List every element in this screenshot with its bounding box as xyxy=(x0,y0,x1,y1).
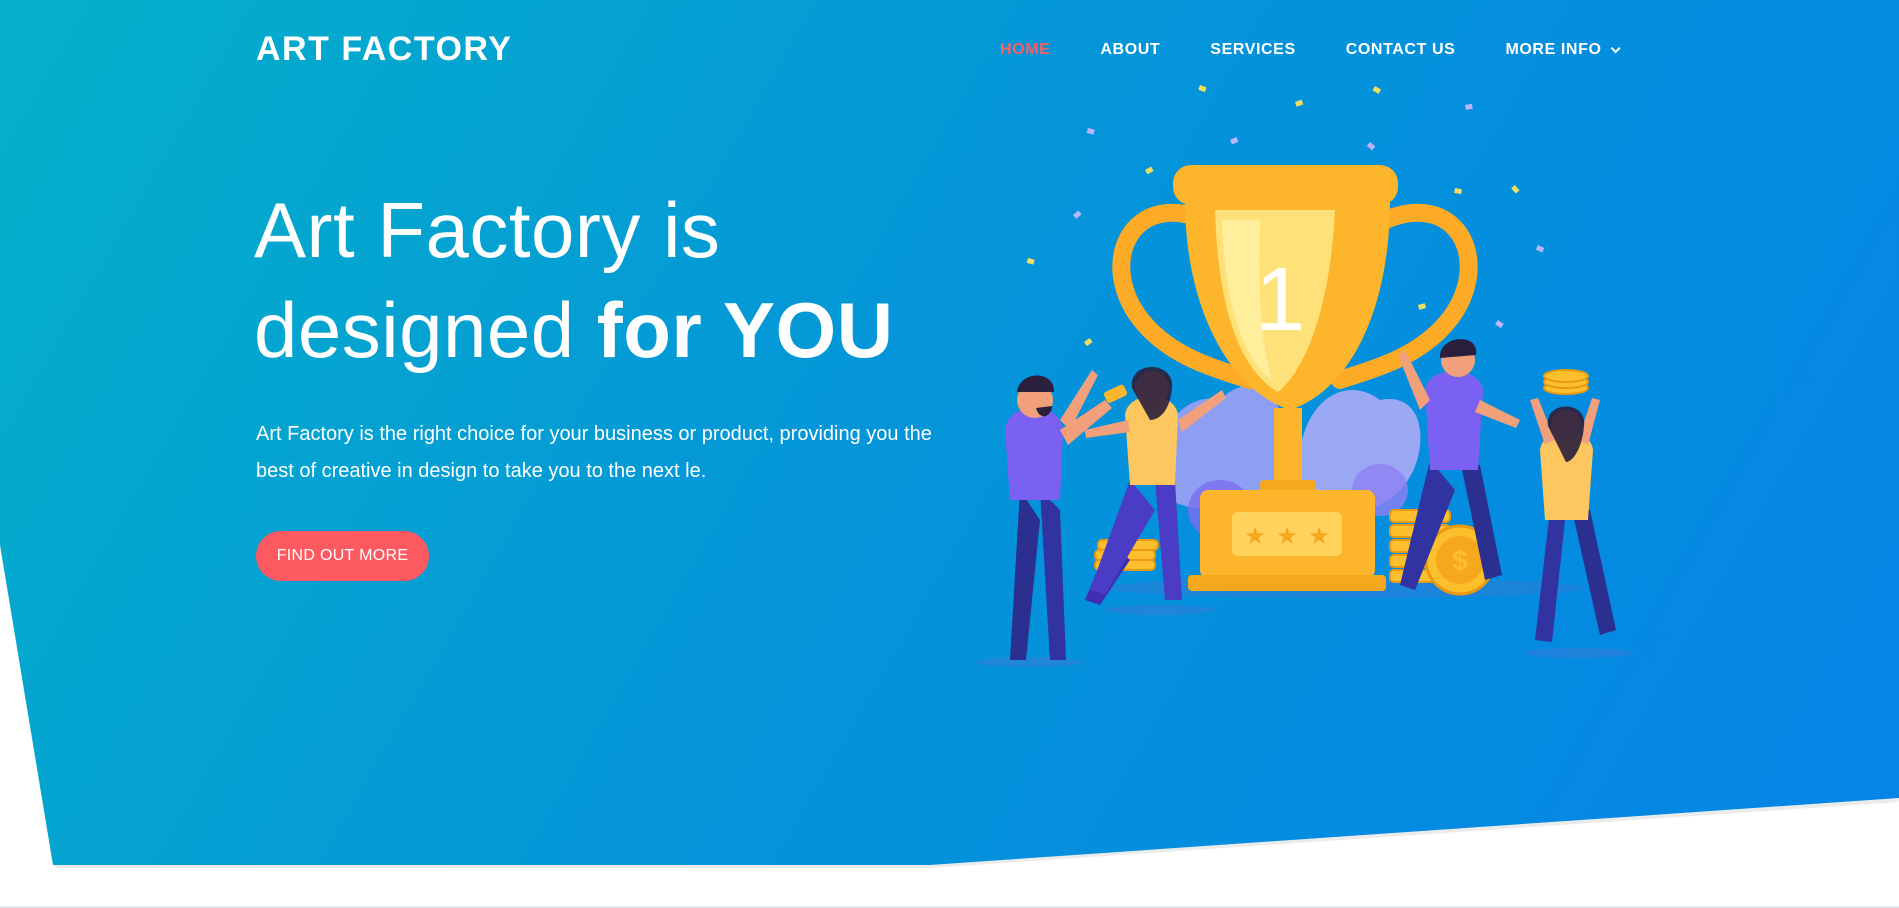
site-logo[interactable]: ART FACTORY xyxy=(256,30,512,69)
trophy-stem xyxy=(1274,408,1302,488)
headline-line-1: Art Factory is xyxy=(254,186,721,274)
hero-headline: Art Factory is designed for YOU xyxy=(254,180,894,380)
headline-line-2-regular: designed xyxy=(254,286,597,374)
nav-about[interactable]: ABOUT xyxy=(1100,41,1160,59)
trophy-base-bottom xyxy=(1188,575,1386,591)
person-girl-right xyxy=(1530,369,1616,642)
star-icon: ★ xyxy=(1276,522,1298,550)
trophy-number: 1 xyxy=(1255,250,1305,350)
star-icon: ★ xyxy=(1308,522,1330,550)
main-nav: HOME ABOUT SERVICES CONTACT US MORE INFO xyxy=(1000,41,1621,59)
nav-more-info[interactable]: MORE INFO xyxy=(1505,41,1621,59)
trophy-rim xyxy=(1173,165,1398,205)
trophy-celebration-illustration: $ ★ ★ ★ 1 xyxy=(975,85,1635,667)
ground-shadow xyxy=(975,657,1085,667)
person-man-left xyxy=(1005,370,1128,660)
nav-home[interactable]: HOME xyxy=(1000,41,1050,59)
headline-line-2-bold: for YOU xyxy=(596,286,894,374)
nav-services[interactable]: SERVICES xyxy=(1210,41,1295,59)
nav-more-info-label: MORE INFO xyxy=(1505,41,1602,58)
find-out-more-button[interactable]: FIND OUT MORE xyxy=(256,531,429,581)
dollar-sign: $ xyxy=(1452,545,1468,576)
ground-shadow xyxy=(1525,648,1635,658)
ground-shadow xyxy=(1105,605,1215,615)
hero-lead-text: Art Factory is the right choice for your… xyxy=(256,423,932,482)
star-icon: ★ xyxy=(1244,522,1266,550)
nav-contact-us[interactable]: CONTACT US xyxy=(1346,41,1456,59)
